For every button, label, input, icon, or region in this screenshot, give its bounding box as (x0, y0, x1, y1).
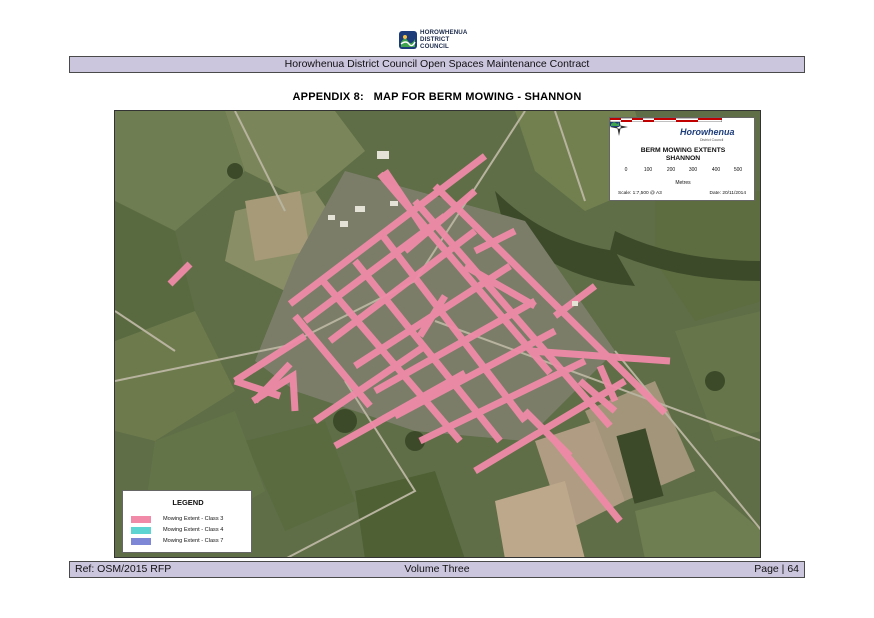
map-frame: Horowhenua District Council BERM MOWING … (114, 110, 761, 558)
scale-tick-0: 0 (624, 167, 628, 173)
info-box-title-line-2: SHANNON (665, 155, 701, 162)
logo-line-2: DISTRICT (420, 36, 450, 43)
logo-line-3: COUNCIL (420, 43, 449, 50)
footer-volume: Volume Three (404, 563, 470, 575)
legend-swatch-class-4 (131, 527, 151, 534)
map-date: Date: 20/11/2014 (709, 191, 746, 196)
legend-title: LEGEND (172, 498, 204, 507)
scale-tick-100: 100 (643, 167, 653, 173)
page-title: APPENDIX 8: MAP FOR BERM MOWING - SHANNO… (0, 91, 874, 103)
map-title: MAP FOR BERM MOWING - SHANNON (373, 91, 582, 103)
horowhenua-logo-icon (399, 31, 417, 49)
document-header: Horowhenua District Council Open Spaces … (69, 56, 805, 73)
header-text: Horowhenua District Council Open Spaces … (284, 58, 590, 70)
scale-units: Metres (675, 180, 691, 186)
footer-page-number: Page | 64 (754, 563, 799, 575)
appendix-label: APPENDIX 8: (292, 91, 364, 103)
info-box-title-line-1: BERM MOWING EXTENTS (640, 147, 726, 154)
legend-label-class-7: Mowing Extent - Class 7 (163, 538, 224, 544)
legend-swatch-class-3 (131, 516, 151, 523)
scale-tick-labels: 0 100 200 300 400 500 (620, 167, 744, 174)
scale-tick-400: 400 (711, 167, 721, 173)
map-info-box: Horowhenua District Council BERM MOWING … (609, 117, 755, 201)
map-scale: Scale: 1:7,500 @ A3 (618, 191, 662, 196)
legend-swatch-class-7 (131, 538, 151, 545)
info-box-brand: Horowhenua (680, 127, 735, 137)
legend-label-class-4: Mowing Extent - Class 4 (163, 527, 224, 533)
scale-tick-500: 500 (733, 167, 743, 173)
scale-tick-300: 300 (688, 167, 698, 173)
footer-ref: Ref: OSM/2015 RFP (75, 563, 172, 575)
logo-text: HOROWHENUA DISTRICT COUNCIL (420, 29, 467, 50)
document-footer: Volume Three Ref: OSM/2015 RFP Page | 64 (69, 561, 805, 578)
council-logo: HOROWHENUA DISTRICT COUNCIL (398, 29, 467, 53)
info-box-title: BERM MOWING EXTENTS SHANNON (610, 147, 756, 163)
scale-bar (610, 118, 722, 122)
info-box-brand-sub: District Council (700, 138, 724, 142)
legend-label-class-3: Mowing Extent - Class 3 (163, 516, 224, 522)
map-legend: LEGEND Mowing Extent - Class 3 Mowing Ex… (122, 490, 252, 553)
logo-line-1: HOROWHENUA (420, 29, 468, 36)
scale-tick-200: 200 (666, 167, 676, 173)
